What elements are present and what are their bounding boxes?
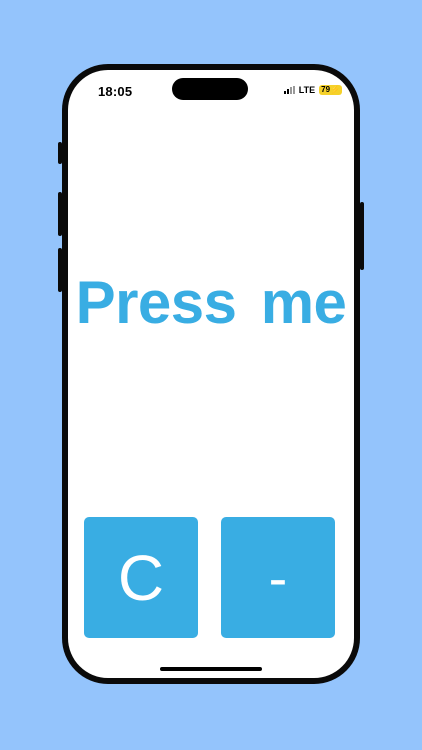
power-button [360,202,364,270]
battery-level: 79 [321,85,331,94]
network-label: LTE [298,85,316,95]
charging-bolt-icon: ⚡ [330,85,340,94]
phone-frame: 18:05 LTE 79⚡ Press me C - [58,64,364,684]
clear-button[interactable]: C [84,517,198,638]
press-me-text[interactable]: Press me [68,268,354,337]
status-indicators: LTE 79⚡ [283,85,342,95]
volume-down-button [58,248,62,292]
app-screen: 18:05 LTE 79⚡ Press me C - [68,70,354,678]
home-indicator[interactable] [160,667,262,671]
signal-icon [283,86,295,94]
status-time: 18:05 [98,84,133,99]
minus-button[interactable]: - [221,517,335,638]
dynamic-island [172,78,248,100]
silent-switch [58,142,62,164]
volume-up-button [58,192,62,236]
battery-icon: 79⚡ [319,85,342,95]
